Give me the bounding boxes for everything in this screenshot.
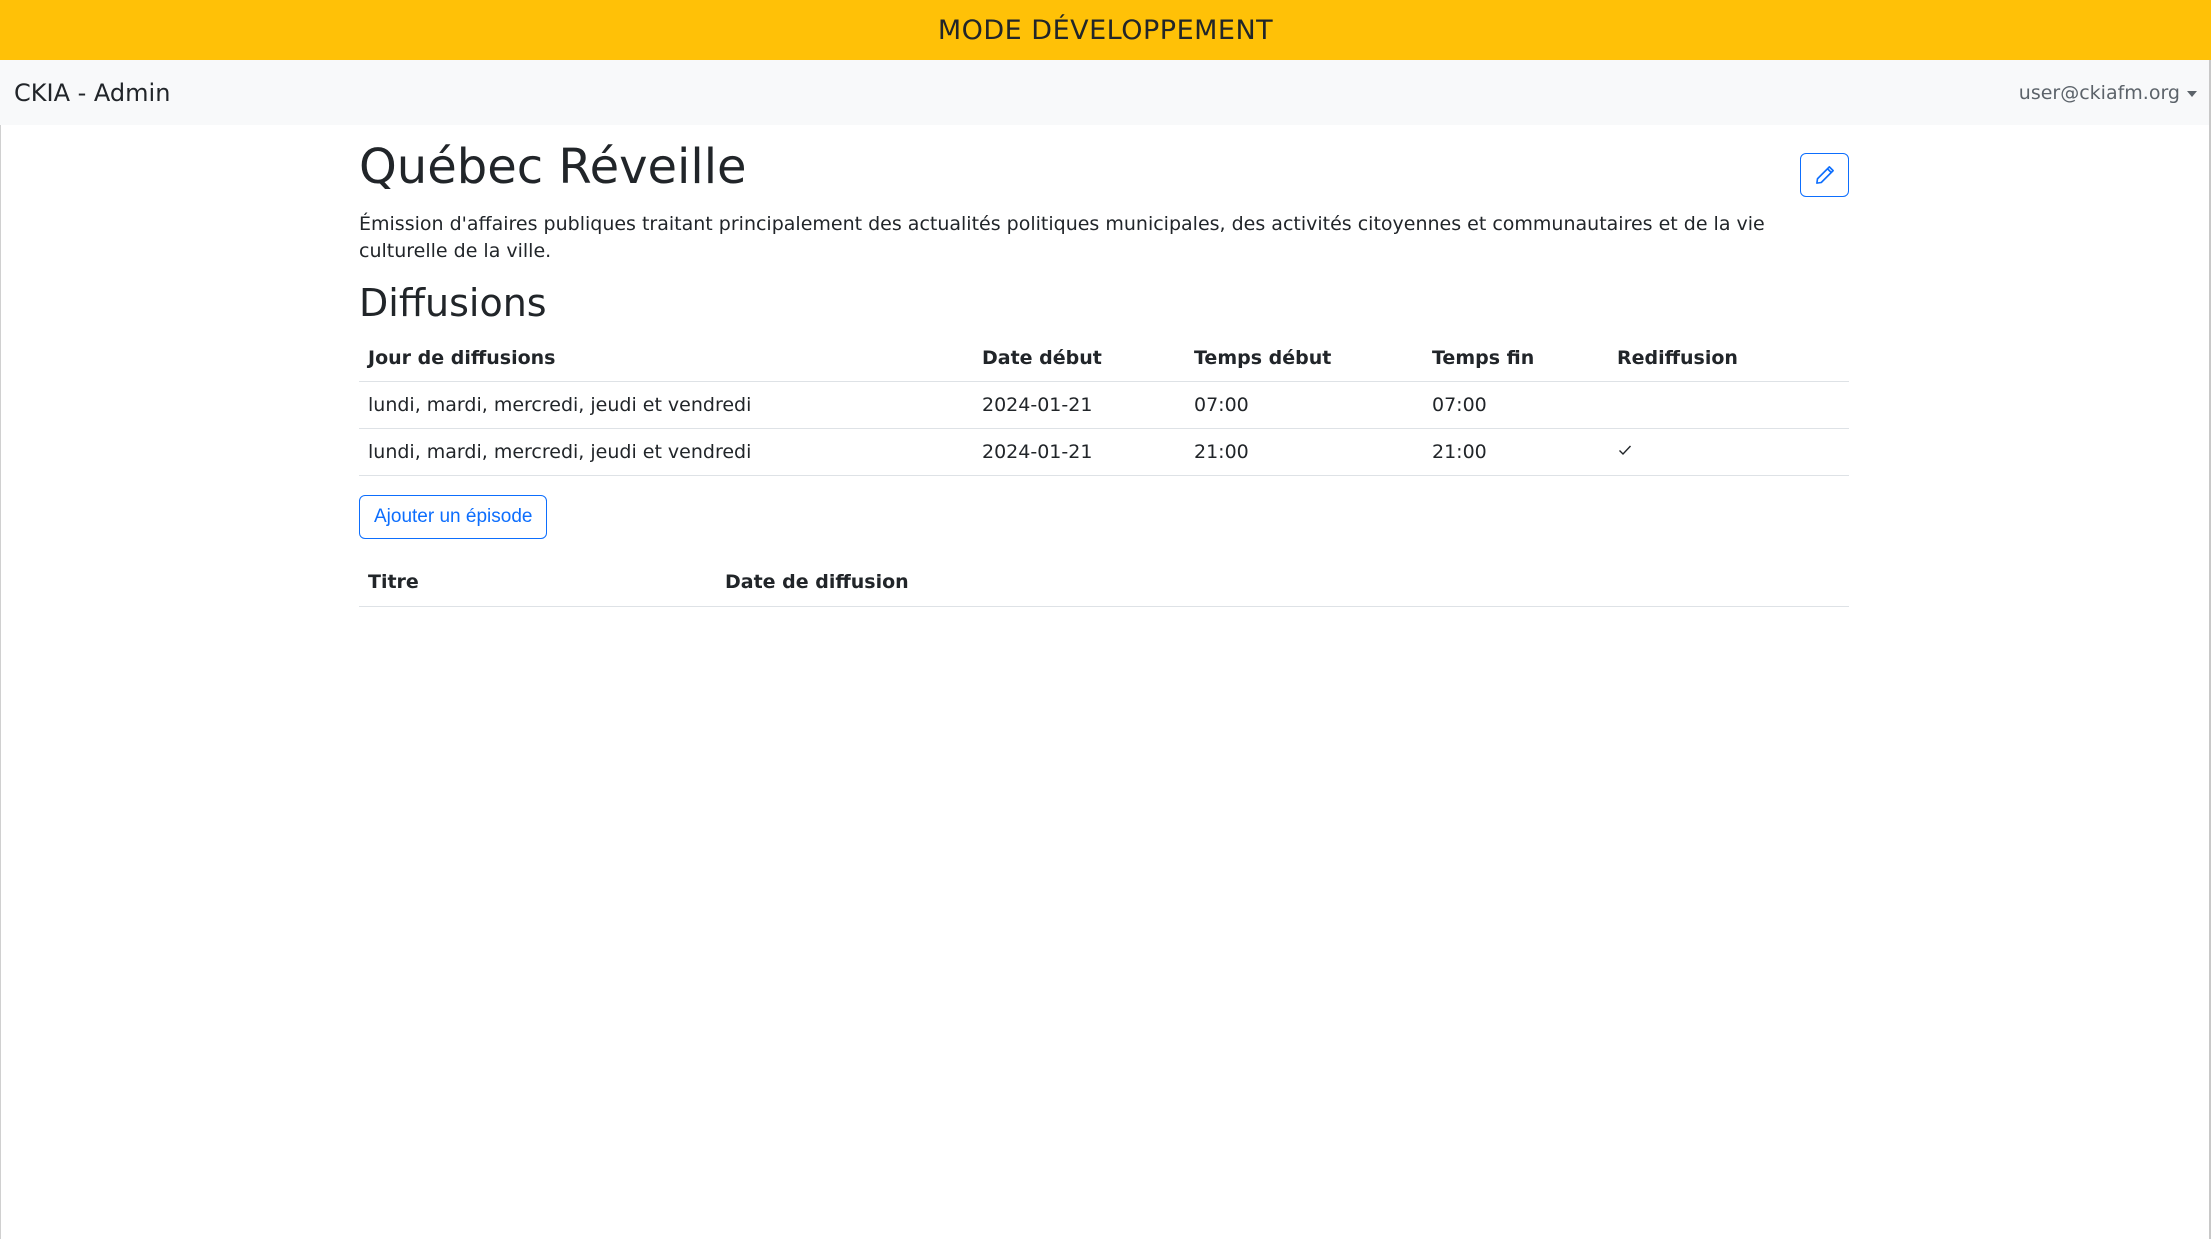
cell-start-date: 2024-01-21 xyxy=(982,394,1093,417)
show-description: Émission d'affaires publiques traitant p… xyxy=(359,213,1765,262)
column-header-rebroadcast: Rediffusion xyxy=(1617,346,1738,369)
column-header-broadcast-date: Date de diffusion xyxy=(725,571,909,594)
page-title: Québec Réveille xyxy=(359,139,747,195)
dev-mode-text: MODE DÉVELOPPEMENT xyxy=(937,14,1274,46)
table-row: lundi, mardi, mercredi, jeudi et vendred… xyxy=(359,382,1849,429)
column-header-end-time: Temps fin xyxy=(1432,346,1535,369)
pencil-icon xyxy=(1815,166,1834,184)
cell-start-time: 07:00 xyxy=(1194,394,1249,417)
cell-rebroadcast xyxy=(1608,429,1849,476)
episodes-table: Titre Date de diffusion xyxy=(359,559,1849,607)
page-left-edge xyxy=(0,125,1,1239)
column-header-start-time: Temps début xyxy=(1194,346,1332,369)
cell-start-date: 2024-01-21 xyxy=(982,441,1093,464)
navbar-brand[interactable]: CKIA - Admin xyxy=(14,79,170,107)
cell-days: lundi, mardi, mercredi, jeudi et vendred… xyxy=(368,441,752,464)
column-header-start-date: Date début xyxy=(982,346,1102,369)
cell-days: lundi, mardi, mercredi, jeudi et vendred… xyxy=(368,394,752,417)
top-navbar: CKIA - Admin user@ckiafm.org xyxy=(0,60,2211,125)
main-content: Québec Réveille Émission d'affaires publ… xyxy=(359,125,1849,607)
cell-rebroadcast xyxy=(1608,382,1849,429)
cell-end-time: 07:00 xyxy=(1432,394,1487,417)
user-email: user@ckiafm.org xyxy=(2018,81,2180,104)
cell-start-time: 21:00 xyxy=(1194,441,1249,464)
dev-mode-banner: MODE DÉVELOPPEMENT xyxy=(0,0,2211,60)
caret-down-icon xyxy=(2187,90,2197,97)
column-header-days: Jour de diffusions xyxy=(368,346,556,369)
column-header-title: Titre xyxy=(368,571,419,594)
user-menu-dropdown[interactable]: user@ckiafm.org xyxy=(2019,82,2197,104)
diffusions-title: Diffusions xyxy=(359,281,547,325)
table-row: lundi, mardi, mercredi, jeudi et vendred… xyxy=(359,429,1849,476)
table-header-row: Jour de diffusions Date début Temps débu… xyxy=(359,335,1849,382)
title-row: Québec Réveille xyxy=(359,125,1849,211)
add-episode-button[interactable]: Ajouter un épisode xyxy=(359,495,548,540)
check-icon xyxy=(1619,445,1632,456)
diffusions-table: Jour de diffusions Date début Temps débu… xyxy=(359,335,1849,477)
table-header-row: Titre Date de diffusion xyxy=(359,559,1849,607)
cell-end-time: 21:00 xyxy=(1432,441,1487,464)
edit-show-button[interactable] xyxy=(1800,153,1849,197)
